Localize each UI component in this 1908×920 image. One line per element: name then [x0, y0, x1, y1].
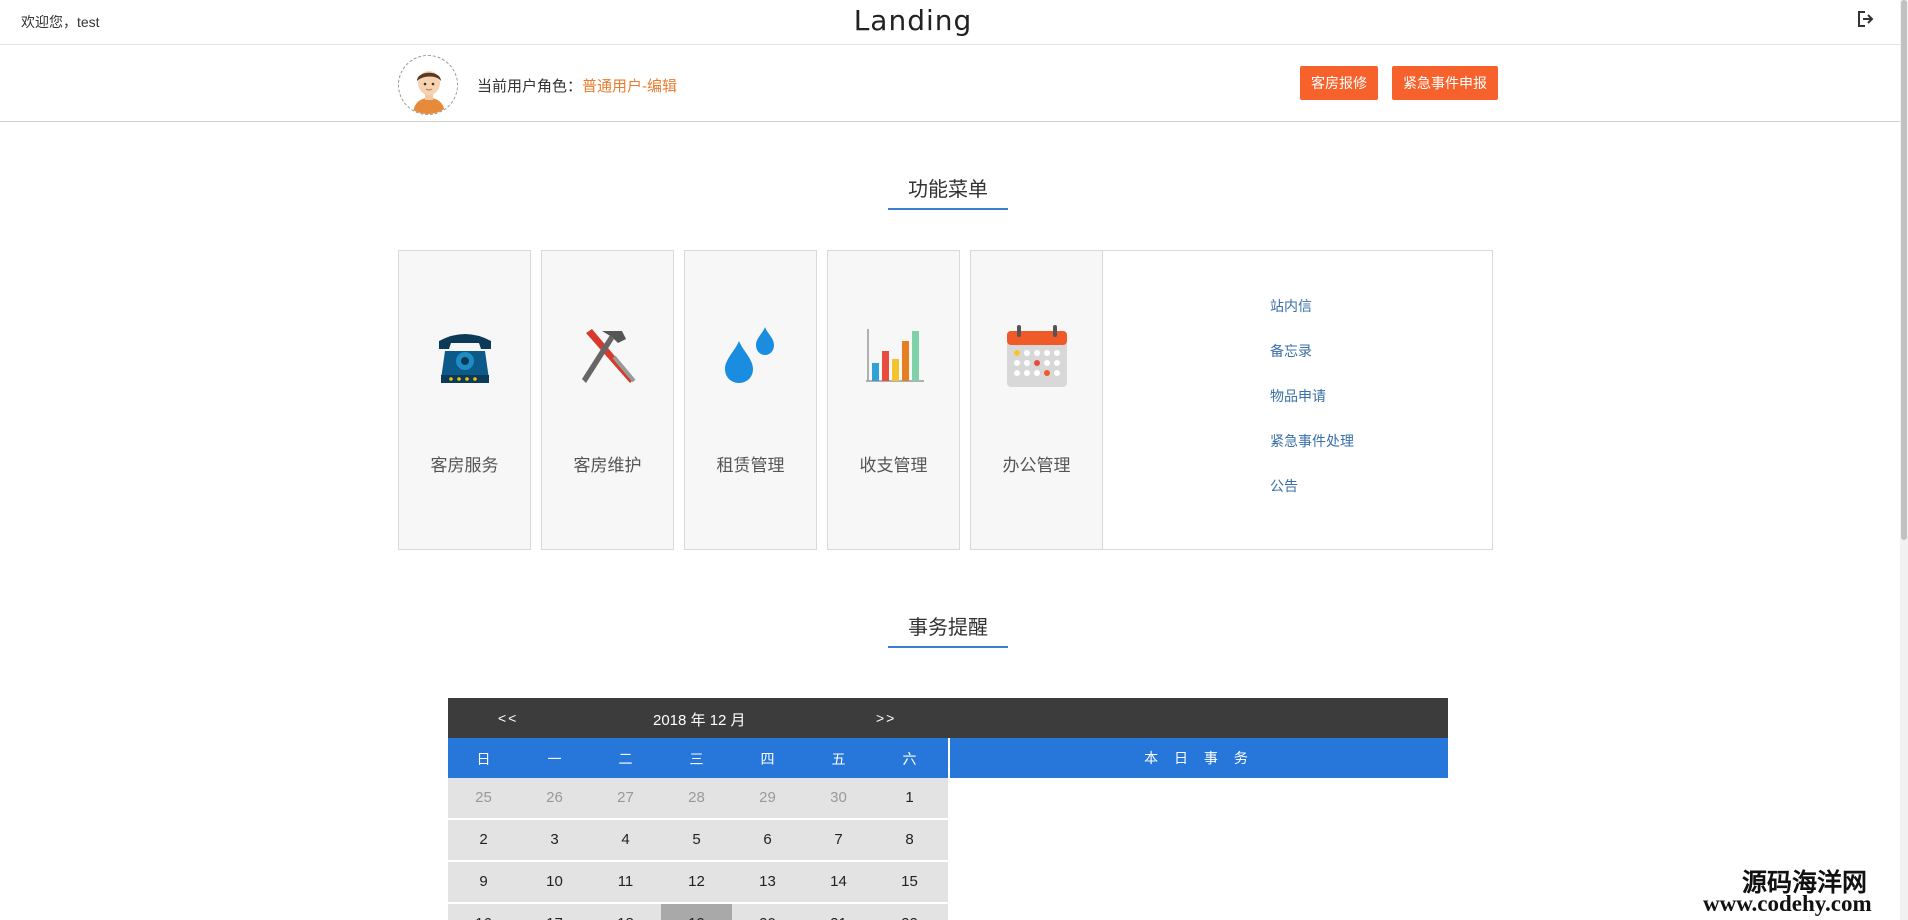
menu-card-lease-management[interactable]: 租赁管理 — [684, 250, 817, 550]
calendar-week-row: 2345678 — [448, 820, 948, 860]
user-info-bar: 当前用户角色：普通用户-编辑 客房报修 紧急事件申报 — [0, 45, 1900, 122]
top-bar: 欢迎您，test Landing — [0, 0, 1900, 45]
calendar-day[interactable]: 18 — [590, 904, 661, 920]
calendar-day[interactable]: 26 — [519, 778, 590, 818]
telephone-icon — [429, 321, 501, 393]
scrollbar-thumb[interactable] — [1901, 0, 1907, 540]
watermark-url: www.codehy.com — [1703, 891, 1872, 916]
today-events-header: 本 日 事 务 — [950, 738, 1448, 778]
room-repair-button[interactable]: 客房报修 — [1300, 66, 1378, 100]
calendar-day[interactable]: 5 — [661, 820, 732, 860]
logout-icon[interactable] — [1856, 10, 1874, 28]
user-role: 当前用户角色：普通用户-编辑 — [477, 75, 677, 96]
calendar-day[interactable]: 30 — [803, 778, 874, 818]
calendar-day[interactable]: 28 — [661, 778, 732, 818]
next-month-button[interactable]: >> — [876, 710, 896, 726]
office-submenu-panel: 站内信 备忘录 物品申请 紧急事件处理 公告 — [1102, 250, 1493, 550]
reminders-title: 事务提醒 — [888, 611, 1008, 648]
prev-month-button[interactable]: << — [498, 710, 518, 726]
menu-card-room-service[interactable]: 客房服务 — [398, 250, 531, 550]
calendar-week-row: 9 10 11 12 13 14 15 — [448, 862, 948, 902]
calendar-header: << 2018 年 12 月 >> — [448, 698, 1448, 738]
weekday-label: 四 — [760, 751, 775, 767]
menu-card-finance-management[interactable]: 收支管理 — [827, 250, 960, 550]
calendar-month: 2018 年 12 月 — [653, 712, 746, 729]
calendar-day-today[interactable]: 19 — [661, 904, 732, 920]
submenu-link-inbox[interactable]: 站内信 — [1270, 296, 1312, 316]
bar-chart-icon — [858, 321, 930, 393]
calendar-day[interactable]: 16 — [448, 904, 519, 920]
menu-card-label: 收支管理 — [859, 456, 928, 475]
calendar-week-row: 25 26 27 28 29 30 1 — [448, 778, 948, 818]
calendar-day[interactable]: 14 — [803, 862, 874, 902]
submenu-link-emergency-handling[interactable]: 紧急事件处理 — [1270, 431, 1354, 451]
role-value[interactable]: 普通用户-编辑 — [582, 78, 677, 95]
calendar-icon — [1001, 321, 1073, 393]
weekday-label: 一 — [547, 751, 562, 767]
calendar-day[interactable]: 8 — [874, 820, 945, 860]
calendar-day[interactable]: 7 — [803, 820, 874, 860]
hammer-screwdriver-icon — [572, 321, 644, 393]
function-menu-title: 功能菜单 — [888, 173, 1008, 210]
water-drops-icon — [715, 321, 787, 393]
calendar-day[interactable]: 6 — [732, 820, 803, 860]
calendar-day[interactable]: 10 — [519, 862, 590, 902]
calendar-day[interactable]: 29 — [732, 778, 803, 818]
calendar-day[interactable]: 12 — [661, 862, 732, 902]
avatar[interactable] — [398, 55, 458, 115]
calendar-day[interactable]: 1 — [874, 778, 945, 818]
weekday-label: 二 — [618, 751, 633, 767]
weekday-label: 三 — [689, 751, 704, 767]
menu-card-label: 办公管理 — [1002, 456, 1071, 475]
brand-title: Landing — [853, 4, 973, 37]
calendar-day[interactable]: 21 — [803, 904, 874, 920]
calendar-day[interactable]: 22 — [874, 904, 945, 920]
calendar-day[interactable]: 2 — [448, 820, 519, 860]
submenu-link-announcement[interactable]: 公告 — [1270, 476, 1298, 496]
submenu-link-memo[interactable]: 备忘录 — [1270, 341, 1312, 361]
calendar-day[interactable]: 4 — [590, 820, 661, 860]
emergency-report-button[interactable]: 紧急事件申报 — [1392, 66, 1498, 100]
page-scrollbar[interactable] — [1900, 0, 1908, 920]
calendar-day[interactable]: 25 — [448, 778, 519, 818]
calendar-day[interactable]: 13 — [732, 862, 803, 902]
menu-card-label: 客房服务 — [430, 456, 499, 475]
submenu-link-item-request[interactable]: 物品申请 — [1270, 386, 1326, 406]
weekday-label: 六 — [902, 751, 917, 767]
menu-card-room-maintenance[interactable]: 客房维护 — [541, 250, 674, 550]
weekday-label: 五 — [831, 751, 846, 767]
calendar-week-row: 16171819202122 — [448, 904, 948, 920]
role-label: 当前用户角色： — [477, 78, 583, 95]
menu-card-label: 客房维护 — [573, 456, 642, 475]
calendar-day[interactable]: 11 — [590, 862, 661, 902]
weekday-header: 日 一 二 三 四 五 六 — [448, 738, 948, 778]
calendar-day[interactable]: 9 — [448, 862, 519, 902]
menu-card-label: 租赁管理 — [716, 456, 785, 475]
calendar-day[interactable]: 15 — [874, 862, 945, 902]
calendar-day[interactable]: 17 — [519, 904, 590, 920]
calendar-day[interactable]: 27 — [590, 778, 661, 818]
weekday-label: 日 — [476, 751, 491, 767]
calendar-day[interactable]: 3 — [519, 820, 590, 860]
calendar-day[interactable]: 20 — [732, 904, 803, 920]
menu-card-office-management[interactable]: 办公管理 — [970, 250, 1103, 550]
